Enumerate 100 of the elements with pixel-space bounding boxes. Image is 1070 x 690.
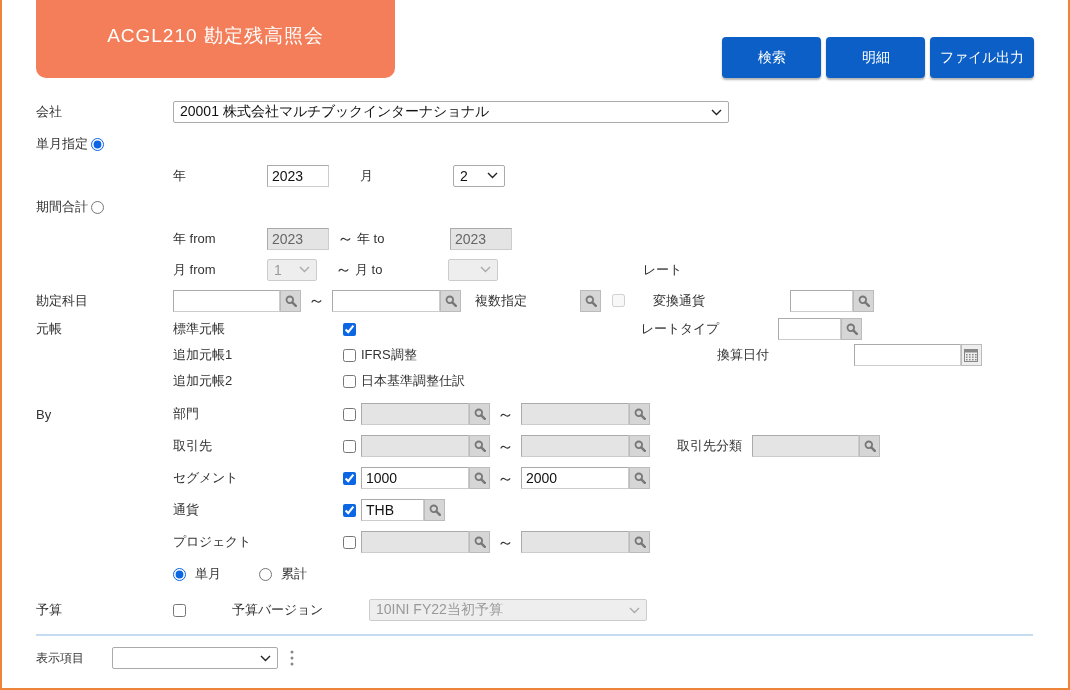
search-icon (633, 536, 646, 548)
search-icon (444, 294, 457, 307)
search-button[interactable] (853, 289, 874, 312)
field-label: 元帳 (36, 320, 63, 338)
display-items-dropdown[interactable] (112, 647, 278, 669)
input-field[interactable] (332, 289, 440, 312)
date-field[interactable] (853, 344, 961, 366)
radio-label: 単月 (195, 565, 222, 583)
range-separator: ～ (335, 228, 355, 250)
search-button[interactable] (629, 531, 650, 553)
action-button[interactable]: 検索 (722, 37, 821, 78)
field-label: セグメント (173, 469, 239, 487)
search-icon (857, 294, 870, 307)
search-icon (633, 440, 646, 452)
radio-button[interactable] (259, 567, 272, 581)
search-button[interactable] (424, 499, 445, 521)
checkbox[interactable] (343, 503, 356, 517)
input-field[interactable]: THB (361, 499, 424, 521)
checkbox[interactable] (343, 374, 356, 388)
input-field[interactable] (361, 403, 469, 425)
month-dropdown[interactable]: 2 (453, 164, 505, 187)
range-separator: ～ (496, 467, 515, 490)
input-field[interactable] (521, 403, 629, 425)
year-from-field[interactable]: 2023 (267, 227, 329, 250)
checkbox[interactable] (343, 439, 356, 453)
search-button[interactable] (629, 467, 650, 489)
field-label: 月 from (173, 260, 217, 279)
section-label: レート (643, 260, 682, 279)
search-button[interactable] (841, 318, 862, 340)
field-label: 複数指定 (475, 291, 528, 310)
range-separator: ～ (496, 403, 515, 426)
search-icon (473, 408, 486, 420)
company-dropdown[interactable]: 20001 株式会社マルチブックインターナショナル (173, 101, 729, 123)
checkbox[interactable] (343, 535, 356, 549)
input-field[interactable] (752, 435, 859, 457)
year-field[interactable]: 2023 (267, 164, 329, 187)
search-icon (284, 294, 297, 307)
calendar-button[interactable] (960, 344, 982, 366)
search-icon (473, 536, 486, 548)
field-label: 予算 (36, 601, 63, 619)
search-button[interactable] (469, 403, 490, 425)
calendar-icon (964, 348, 979, 362)
search-button[interactable] (629, 403, 650, 425)
radio-button[interactable] (91, 137, 104, 151)
search-icon (473, 440, 486, 452)
field-label: 表示項目 (36, 649, 85, 667)
input-field[interactable] (790, 289, 853, 312)
page-title: ACGL210 勘定残高照会 (107, 24, 324, 48)
action-button[interactable]: ファイル出力 (930, 37, 1034, 78)
search-button[interactable] (469, 467, 490, 489)
action-button[interactable]: 明細 (826, 37, 925, 78)
chevron-down-icon (629, 606, 640, 614)
chevron-down-icon (260, 654, 271, 662)
search-icon (633, 472, 646, 484)
search-button[interactable] (859, 435, 880, 457)
search-button[interactable] (440, 289, 461, 312)
search-button[interactable] (580, 289, 601, 312)
input-field[interactable]: 1000 (361, 467, 469, 489)
checkbox[interactable] (343, 471, 356, 485)
checkbox[interactable] (343, 407, 356, 421)
radio-button[interactable] (91, 200, 104, 214)
checkbox[interactable] (343, 322, 356, 336)
range-separator: ～ (496, 435, 515, 458)
field-label: 変換通貨 (653, 291, 706, 310)
search-button[interactable] (469, 435, 490, 457)
checkbox[interactable] (173, 603, 186, 617)
chevron-down-icon (487, 172, 498, 179)
input-field[interactable] (521, 531, 629, 553)
input-field[interactable]: 2000 (521, 467, 629, 489)
radio-button[interactable] (173, 567, 186, 581)
more-options-icon[interactable] (290, 650, 294, 666)
field-label: 部門 (173, 405, 200, 423)
search-button[interactable] (280, 289, 301, 312)
year-to-field[interactable]: 2023 (450, 227, 512, 250)
field-label: 追加元帳2 (173, 372, 234, 390)
search-button[interactable] (469, 531, 490, 553)
field-label: プロジェクト (173, 533, 252, 551)
input-field[interactable] (173, 289, 280, 312)
field-label: 通貨 (173, 501, 200, 519)
search-button[interactable] (629, 435, 650, 457)
chevron-down-icon (480, 266, 491, 273)
range-separator: ～ (496, 531, 515, 554)
chevron-down-icon (711, 108, 722, 116)
input-field[interactable] (361, 531, 469, 553)
field-label: 換算日付 (716, 346, 770, 364)
month-to-dropdown[interactable] (448, 258, 498, 281)
field-label: レートタイプ (641, 320, 721, 338)
input-field[interactable] (521, 435, 629, 457)
checkbox-label: 日本基準調整仕訳 (361, 372, 465, 390)
input-field[interactable] (778, 318, 841, 340)
checkbox[interactable] (343, 348, 356, 362)
field-label: 年 to (357, 229, 386, 248)
search-icon (845, 323, 858, 335)
range-separator: ～ (333, 259, 353, 281)
field-label: 期間合計 (36, 198, 88, 216)
field-label: 追加元帳1 (173, 346, 234, 364)
input-field[interactable] (361, 435, 469, 457)
field-label: 取引先分類 (677, 437, 743, 455)
field-label: By (36, 406, 53, 422)
search-icon (473, 472, 486, 484)
